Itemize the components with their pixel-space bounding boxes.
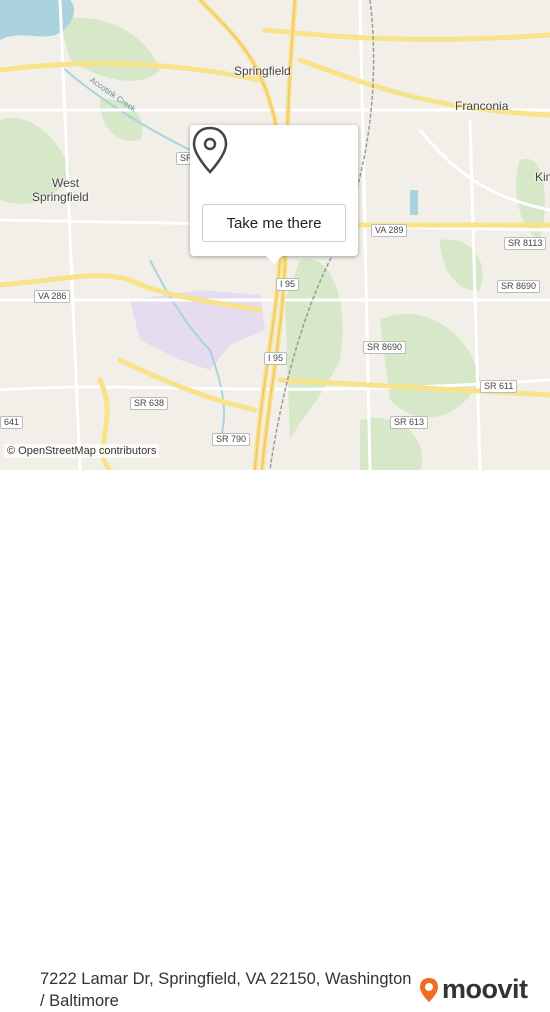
road-shield-sr613: SR 613: [390, 416, 429, 429]
place-label-west-springfield: Springfield: [32, 190, 89, 204]
map-pin-icon: [192, 126, 228, 174]
map-attribution[interactable]: © OpenStreetMap contributors: [4, 444, 160, 458]
moovit-brand-text: moovit: [442, 974, 528, 1004]
road-shield-va286: VA 286: [34, 290, 71, 303]
road-shield-sr638: SR 638: [130, 397, 169, 410]
road-shield-sr790: SR 790: [212, 433, 251, 446]
place-label-springfield: Springfield: [234, 64, 291, 78]
footer: 7222 Lamar Dr, Springfield, VA 22150, Wa…: [0, 470, 550, 1010]
take-me-there-button[interactable]: Take me there: [202, 204, 346, 242]
road-shield-sr641: 641: [0, 416, 24, 429]
road-shield-sr8690: SR 8690: [497, 280, 541, 293]
road-shield-sr8113: SR 8113: [504, 237, 547, 250]
moovit-logo: moovit: [418, 974, 528, 1005]
place-label-franconia: Franconia: [455, 99, 509, 113]
location-popup: Take me there: [190, 125, 358, 264]
road-shield-sr611: SR 611: [480, 380, 518, 393]
address-text: 7222 Lamar Dr, Springfield, VA 22150, Wa…: [40, 970, 412, 1010]
place-label-west: West: [52, 176, 80, 190]
road-shield-i95: I 95: [264, 352, 288, 365]
road-shield-sr8690: SR 8690: [363, 341, 407, 354]
road-shield-va289: VA 289: [371, 224, 408, 237]
map-canvas[interactable]: Springfield Franconia West Springfield K…: [0, 0, 550, 470]
place-label-kingstowne: Kin: [535, 170, 550, 184]
road-shield-i95: I 95: [276, 278, 300, 291]
moovit-pin-icon: [420, 977, 438, 1002]
